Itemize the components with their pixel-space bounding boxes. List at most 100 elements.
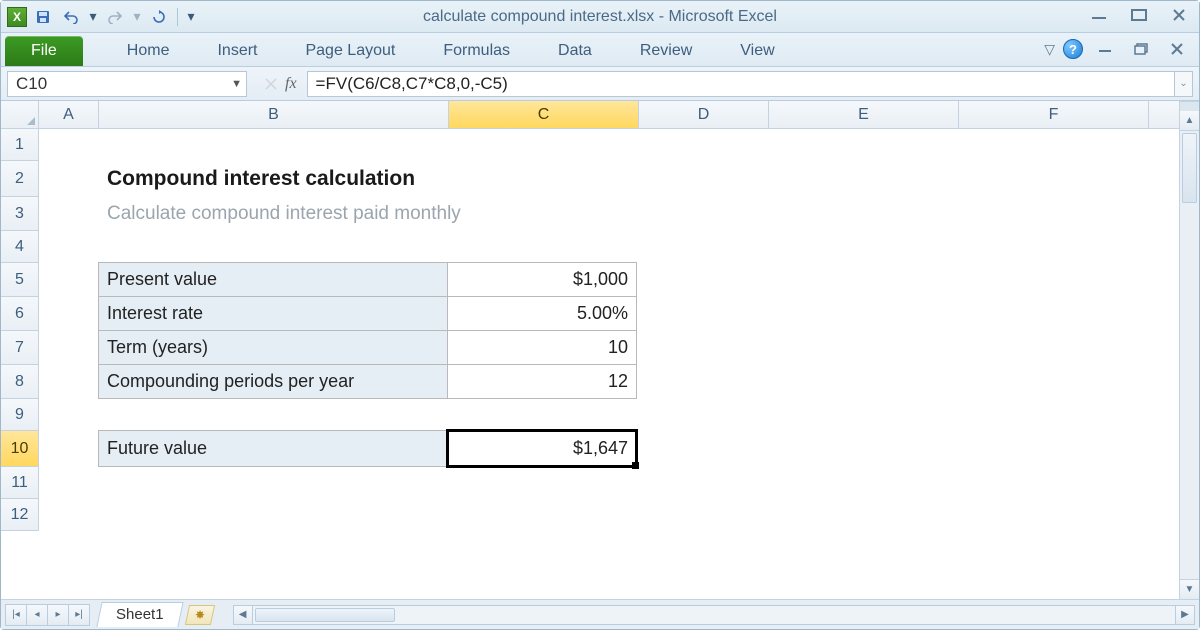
undo-dropdown[interactable]: ▾ (87, 6, 99, 28)
tab-formulas[interactable]: Formulas (419, 36, 534, 66)
cell-f10[interactable] (957, 431, 1147, 467)
cell-f5[interactable] (957, 263, 1147, 297)
row-header-5[interactable]: 5 (1, 263, 39, 297)
cell-b8[interactable]: Compounding periods per year (98, 364, 448, 399)
col-header-b[interactable]: B (99, 101, 449, 128)
cell-a3[interactable] (39, 197, 99, 231)
cell-f12[interactable] (959, 499, 1149, 531)
scroll-up-button[interactable]: ▲ (1180, 111, 1199, 131)
workbook-close[interactable] (1163, 39, 1191, 59)
cell-d6[interactable] (637, 297, 767, 331)
cell-d9[interactable] (639, 399, 769, 431)
cell-d11[interactable] (639, 467, 769, 499)
cell-d5[interactable] (637, 263, 767, 297)
cell-b12[interactable] (99, 499, 449, 531)
fx-icon[interactable]: fx (285, 75, 297, 93)
cell-c6[interactable]: 5.00% (447, 296, 637, 331)
tab-page-layout[interactable]: Page Layout (281, 36, 419, 66)
sheet-nav-last[interactable]: ▸| (68, 604, 90, 626)
row-header-9[interactable]: 9 (1, 399, 39, 431)
cell-b10[interactable]: Future value (98, 430, 448, 467)
cell-f4[interactable] (959, 231, 1149, 263)
formula-expand-icon[interactable]: ⌄ (1175, 71, 1193, 97)
cell-c1[interactable] (449, 129, 639, 161)
col-header-d[interactable]: D (639, 101, 769, 128)
cell-a7[interactable] (39, 331, 99, 365)
cell-e4[interactable] (769, 231, 959, 263)
cell-e6[interactable] (767, 297, 957, 331)
close-button[interactable] (1165, 5, 1193, 25)
scroll-left-button[interactable]: ◀ (233, 605, 253, 625)
cell-b7[interactable]: Term (years) (98, 330, 448, 365)
cell-a10[interactable] (39, 431, 99, 467)
sheet-tab-sheet1[interactable]: Sheet1 (96, 602, 183, 627)
cell-c4[interactable] (449, 231, 639, 263)
file-tab[interactable]: File (5, 36, 83, 66)
cell-c11[interactable] (449, 467, 639, 499)
cell-e11[interactable] (769, 467, 959, 499)
cell-a1[interactable] (39, 129, 99, 161)
cancel-icon[interactable] (263, 76, 279, 92)
qat-customize[interactable]: ▾ (184, 6, 198, 28)
cell-a11[interactable] (39, 467, 99, 499)
cell-a4[interactable] (39, 231, 99, 263)
ribbon-minimize-icon[interactable]: ▽ (1044, 41, 1055, 58)
cell-c5[interactable]: $1,000 (447, 262, 637, 297)
cell-b1[interactable] (99, 129, 449, 161)
row-header-4[interactable]: 4 (1, 231, 39, 263)
redo-button[interactable] (103, 6, 127, 28)
new-sheet-button[interactable]: ✸ (184, 605, 214, 625)
formula-input[interactable]: =FV(C6/C8,C7*C8,0,-C5) (307, 71, 1175, 97)
row-header-10[interactable]: 10 (1, 431, 39, 467)
hscroll-thumb[interactable] (255, 608, 395, 622)
horizontal-scrollbar[interactable]: ◀ ▶ (233, 605, 1195, 625)
cell-e10[interactable] (767, 431, 957, 467)
row-header-11[interactable]: 11 (1, 467, 39, 499)
cell-b2[interactable]: Compound interest calculation (99, 161, 959, 197)
tab-insert[interactable]: Insert (193, 36, 281, 66)
cell-d4[interactable] (639, 231, 769, 263)
tab-home[interactable]: Home (103, 36, 194, 66)
cell-e8[interactable] (767, 365, 957, 399)
cell-b4[interactable] (99, 231, 449, 263)
cell-e1[interactable] (769, 129, 959, 161)
row-header-3[interactable]: 3 (1, 197, 39, 231)
row-header-7[interactable]: 7 (1, 331, 39, 365)
cell-b6[interactable]: Interest rate (98, 296, 448, 331)
sheet-nav-first[interactable]: |◂ (5, 604, 27, 626)
cell-d12[interactable] (639, 499, 769, 531)
tab-review[interactable]: Review (616, 36, 716, 66)
row-header-8[interactable]: 8 (1, 365, 39, 399)
col-header-c[interactable]: C (449, 101, 639, 128)
cell-b9[interactable] (99, 399, 449, 431)
cell-e9[interactable] (769, 399, 959, 431)
name-box-dropdown-icon[interactable]: ▼ (231, 78, 242, 90)
row-header-12[interactable]: 12 (1, 499, 39, 531)
cell-e5[interactable] (767, 263, 957, 297)
cell-c10[interactable]: $1,647 (447, 430, 637, 467)
cell-a8[interactable] (39, 365, 99, 399)
row-header-6[interactable]: 6 (1, 297, 39, 331)
cell-e7[interactable] (767, 331, 957, 365)
cell-b3[interactable]: Calculate compound interest paid monthly (99, 197, 959, 231)
vertical-scrollbar[interactable]: ▲ ▼ (1179, 101, 1199, 599)
tab-view[interactable]: View (716, 36, 798, 66)
sheet-nav-prev[interactable]: ◂ (26, 604, 48, 626)
cell-d8[interactable] (637, 365, 767, 399)
cell-d10[interactable] (637, 431, 767, 467)
select-all-corner[interactable] (1, 101, 39, 128)
workbook-restore[interactable] (1127, 39, 1155, 59)
minimize-button[interactable] (1085, 5, 1113, 25)
redo-dropdown[interactable]: ▾ (131, 6, 143, 28)
cell-a9[interactable] (39, 399, 99, 431)
cell-b5[interactable]: Present value (98, 262, 448, 297)
save-button[interactable] (31, 6, 55, 28)
maximize-button[interactable] (1125, 5, 1153, 25)
cell-a6[interactable] (39, 297, 99, 331)
col-header-f[interactable]: F (959, 101, 1149, 128)
cell-c7[interactable]: 10 (447, 330, 637, 365)
col-header-a[interactable]: A (39, 101, 99, 128)
help-button[interactable]: ? (1063, 39, 1083, 59)
workbook-minimize[interactable] (1091, 39, 1119, 59)
vscroll-thumb[interactable] (1182, 133, 1197, 203)
